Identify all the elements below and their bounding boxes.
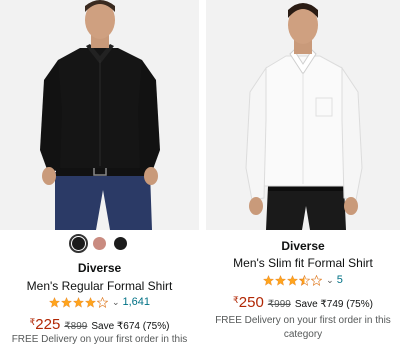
- rating-count-link[interactable]: 5: [337, 274, 343, 286]
- product-title[interactable]: Men's Regular Formal Shirt: [0, 279, 199, 293]
- chevron-down-icon[interactable]: ⌄: [112, 297, 120, 308]
- price-row: ₹250 ₹999 Save ₹749 (75%): [206, 294, 400, 311]
- price: ₹250: [233, 294, 264, 311]
- star-full-icon: [60, 296, 72, 308]
- price: ₹225: [30, 316, 61, 333]
- star-half-icon: [299, 274, 311, 286]
- rating-row: ⌄ 5: [206, 274, 400, 286]
- product-image[interactable]: [0, 0, 199, 230]
- star-full-icon: [72, 296, 84, 308]
- rating-count-link[interactable]: 1,641: [123, 296, 151, 308]
- rating-row: ⌄ 1,641: [0, 296, 199, 308]
- swatch-black-selected[interactable]: [69, 234, 88, 253]
- star-empty-icon: [96, 296, 108, 308]
- currency-symbol: ₹: [29, 317, 36, 327]
- star-rating[interactable]: [48, 296, 108, 308]
- price-row: ₹225 ₹899 Save ₹674 (75%): [0, 316, 199, 333]
- star-full-icon: [263, 274, 275, 286]
- product-card[interactable]: Diverse Men's Slim fit Formal Shirt ⌄ 5 …: [206, 0, 400, 343]
- mrp-strikethrough: ₹899: [64, 321, 88, 332]
- product-brand: Diverse: [281, 239, 325, 253]
- product-image-black-shirt: [0, 0, 199, 230]
- star-full-icon: [84, 296, 96, 308]
- product-grid: Diverse Men's Regular Formal Shirt ⌄ 1,6…: [0, 0, 400, 345]
- delivery-text: FREE Delivery on your first order in thi…: [215, 315, 391, 340]
- savings-text: Save ₹749 (75%): [294, 299, 373, 310]
- product-brand: Diverse: [77, 261, 122, 275]
- star-full-icon: [275, 274, 287, 286]
- mrp-strikethrough: ₹999: [267, 299, 291, 310]
- star-rating[interactable]: [263, 274, 323, 286]
- chevron-down-icon[interactable]: ⌄: [326, 275, 334, 286]
- product-image-white-shirt: [206, 0, 400, 230]
- product-image[interactable]: [206, 0, 400, 230]
- currency-symbol: ₹: [233, 295, 239, 305]
- price-value: 250: [238, 294, 264, 311]
- price-value: 225: [35, 316, 61, 333]
- swatch-black[interactable]: [114, 237, 127, 250]
- star-full-icon: [48, 296, 60, 308]
- delivery-text: FREE Delivery on your first order in thi…: [11, 334, 188, 345]
- savings-text: Save ₹674 (75%): [91, 321, 170, 332]
- swatch-pink[interactable]: [93, 237, 106, 250]
- color-swatches: [0, 234, 199, 253]
- star-empty-icon: [311, 274, 323, 286]
- product-title[interactable]: Men's Slim fit Formal Shirt: [206, 256, 400, 270]
- product-card[interactable]: Diverse Men's Regular Formal Shirt ⌄ 1,6…: [0, 0, 199, 345]
- star-full-icon: [287, 274, 299, 286]
